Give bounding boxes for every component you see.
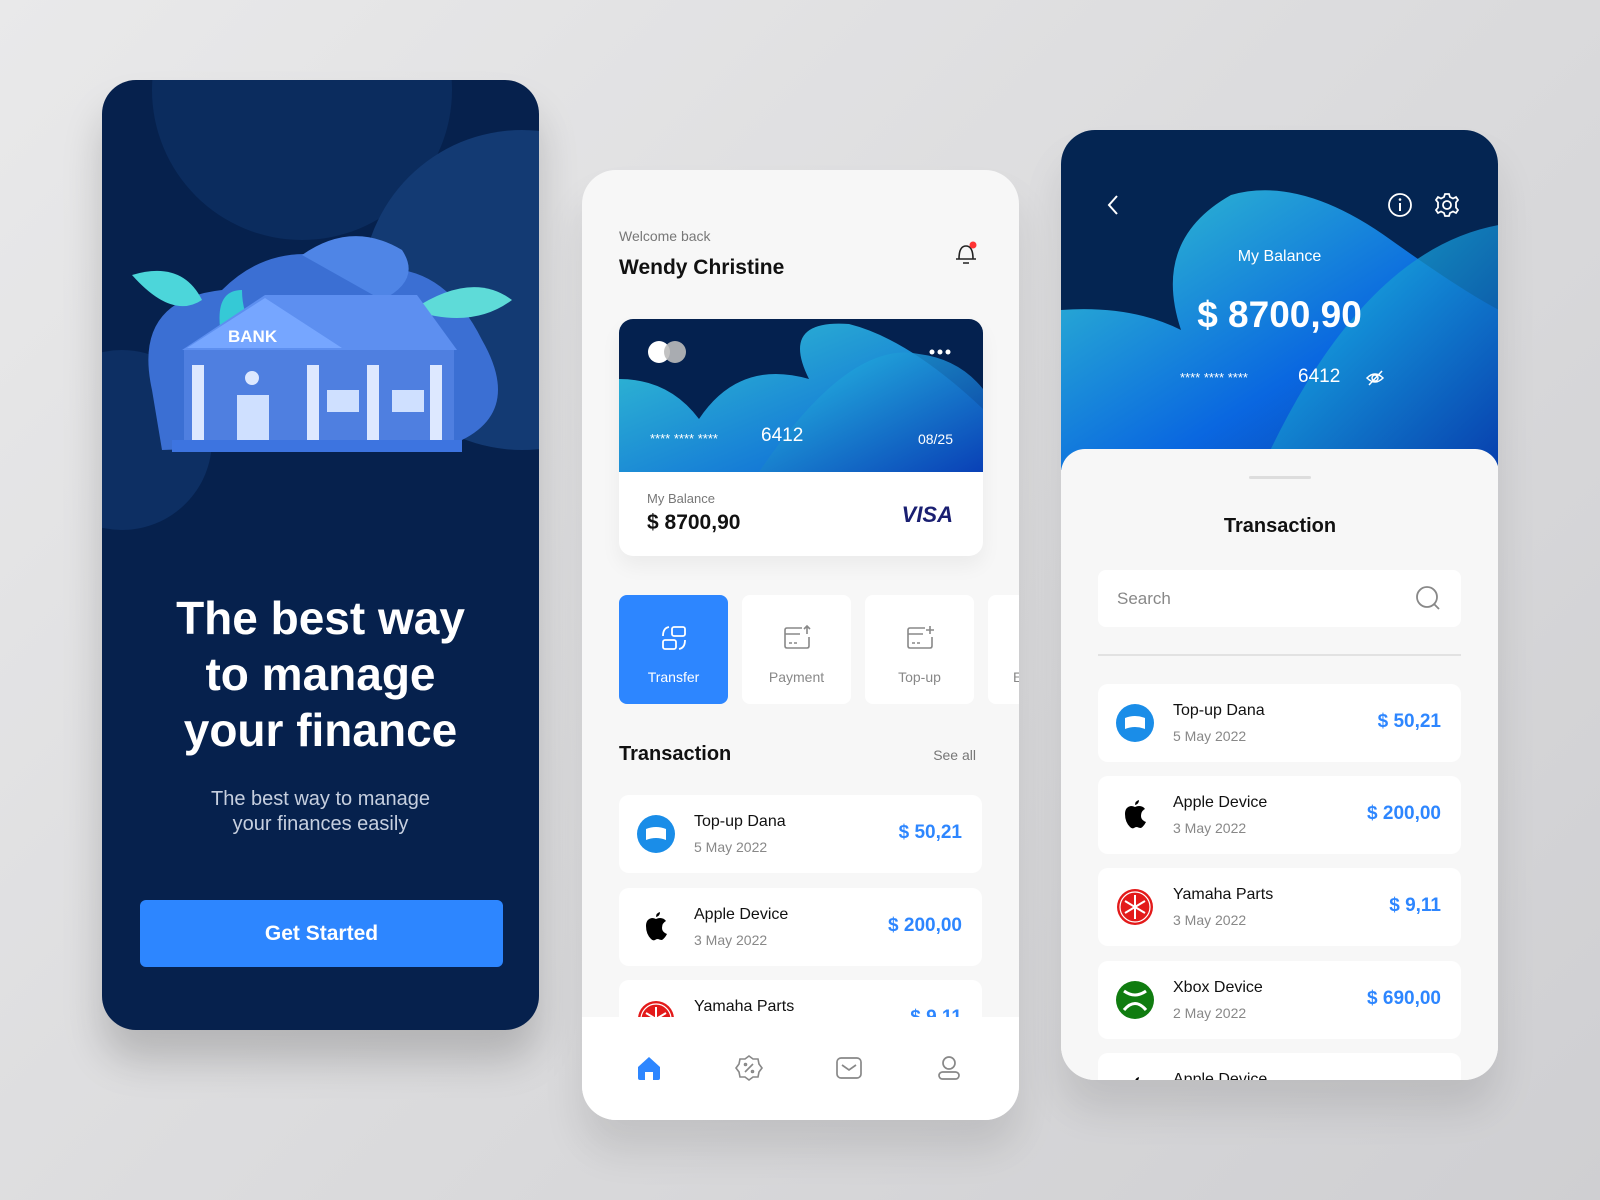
transfer-icon (661, 626, 686, 650)
subtitle-line: your finances easily (232, 813, 409, 835)
balance-label: My Balance (1237, 248, 1322, 265)
discount-icon[interactable] (735, 1054, 763, 1082)
card-last4: 6412 (761, 425, 804, 446)
quick-action-more[interactable]: E (988, 595, 1019, 704)
headline: The best way to manage your finance (102, 590, 539, 758)
bank-card[interactable]: **** **** **** 6412 08/25 My Balance $ 8… (619, 319, 983, 556)
bank-illustration: BANK (102, 80, 539, 530)
notification-bell-icon[interactable] (952, 238, 980, 268)
hide-eye-icon[interactable] (1365, 368, 1385, 388)
transaction-date: 3 May 2022 (1173, 912, 1247, 928)
sheet-title: Transaction (1223, 515, 1337, 537)
card-expiry: 08/25 (917, 431, 953, 447)
dana-icon (637, 815, 675, 853)
transaction-row[interactable]: Top-up Dana 5 May 2022 $ 50,21 (1098, 684, 1461, 762)
transaction-row[interactable]: Apple Device 3 May 2022 $ 200,00 (1098, 776, 1461, 854)
home-screen: Welcome back Wendy Christine **** **** *… (582, 170, 1019, 1120)
see-all-link[interactable]: See all (933, 747, 976, 763)
balance-detail-screen: My Balance $ 8700,90 **** **** **** 6412… (1061, 130, 1498, 1080)
info-icon[interactable] (1387, 192, 1413, 218)
subtitle: The best way to manage your finances eas… (102, 787, 539, 837)
topup-icon (906, 626, 934, 649)
card-last4: 6412 (1298, 366, 1341, 387)
transaction-amount: $ 690,00 (1367, 988, 1441, 1009)
sheet-handle[interactable] (1249, 476, 1311, 479)
card-number-masked: **** **** **** (1180, 370, 1248, 385)
dana-icon (1116, 704, 1154, 742)
back-icon[interactable] (1103, 192, 1123, 218)
transaction-name: Yamaha Parts (694, 998, 795, 1015)
transaction-row[interactable]: Xbox Device 2 May 2022 $ 690,00 (1098, 961, 1461, 1039)
transaction-name: Top-up Dana (1173, 702, 1265, 719)
visa-logo: VISA (901, 502, 953, 527)
quick-action-transfer[interactable]: Transfer (619, 595, 728, 704)
headline-line: to manage (205, 648, 436, 700)
bank-sign: BANK (228, 327, 278, 346)
payment-icon (783, 624, 811, 649)
search-placeholder: Search (1117, 589, 1171, 608)
transaction-row[interactable]: Top-up Dana 5 May 2022 $ 50,21 (619, 795, 982, 873)
transaction-amount: $ 200,00 (1367, 803, 1441, 824)
transaction-name: Apple Device (1173, 794, 1268, 811)
apple-icon (1116, 1073, 1154, 1080)
transaction-name: Apple Device (694, 906, 789, 923)
section-title: Transaction (619, 743, 732, 765)
transaction-date: 3 May 2022 (694, 932, 768, 948)
quick-action-topup[interactable]: Top-up (865, 595, 974, 704)
profile-icon[interactable] (935, 1054, 963, 1082)
transaction-row[interactable]: Apple Device 3 May 2022 $ 200,00 (619, 888, 982, 966)
mail-icon[interactable] (835, 1054, 863, 1082)
transaction-date: 5 May 2022 (1173, 728, 1247, 744)
card-number-masked: **** **** **** (650, 431, 718, 446)
transaction-date: 3 May 2022 (1173, 820, 1247, 836)
transaction-name: Xbox Device (1173, 979, 1263, 996)
balance-amount: $ 8700,90 (1197, 294, 1362, 335)
balance-label: My Balance (647, 491, 715, 506)
user-name: Wendy Christine (619, 256, 785, 279)
transaction-row[interactable]: Apple Device (1098, 1053, 1461, 1080)
transaction-amount: $ 200,00 (888, 915, 962, 936)
transaction-name: Yamaha Parts (1173, 886, 1274, 903)
transaction-date: 2 May 2022 (1173, 1005, 1247, 1021)
headline-line: The best way (176, 592, 465, 644)
xbox-icon (1116, 981, 1154, 1019)
get-started-button[interactable]: Get Started (140, 900, 503, 967)
apple-icon (637, 908, 675, 946)
transaction-amount: $ 50,21 (898, 822, 962, 843)
subtitle-line: The best way to manage (210, 788, 430, 810)
quick-action-payment[interactable]: Payment (742, 595, 851, 704)
bottom-nav (582, 1017, 1019, 1120)
search-input[interactable]: Search (1098, 570, 1461, 627)
onboarding-screen: BANK The best way to manage your finance… (102, 80, 539, 1030)
search-icon[interactable] (1415, 585, 1443, 613)
settings-gear-icon[interactable] (1434, 192, 1460, 218)
quick-action-label: Payment (768, 669, 825, 685)
yamaha-icon (1116, 888, 1154, 926)
apple-icon (1116, 796, 1154, 834)
home-icon[interactable] (635, 1054, 663, 1082)
transaction-row[interactable]: Yamaha Parts 3 May 2022 $ 9,11 (1098, 868, 1461, 946)
transaction-amount: $ 50,21 (1377, 711, 1441, 732)
card-background (619, 319, 983, 472)
transaction-name: Apple Device (1173, 1071, 1268, 1080)
transaction-amount: $ 9,11 (1389, 895, 1441, 916)
transaction-name: Top-up Dana (694, 813, 786, 830)
quick-action-label: Top-up (898, 669, 941, 685)
headline-line: your finance (183, 704, 458, 756)
balance-amount: $ 8700,90 (647, 511, 741, 534)
quick-action-label: Transfer (647, 669, 700, 685)
greeting: Welcome back (619, 228, 711, 244)
quick-action-label: E (1013, 669, 1019, 685)
divider (1098, 654, 1461, 656)
transaction-date: 5 May 2022 (694, 839, 768, 855)
